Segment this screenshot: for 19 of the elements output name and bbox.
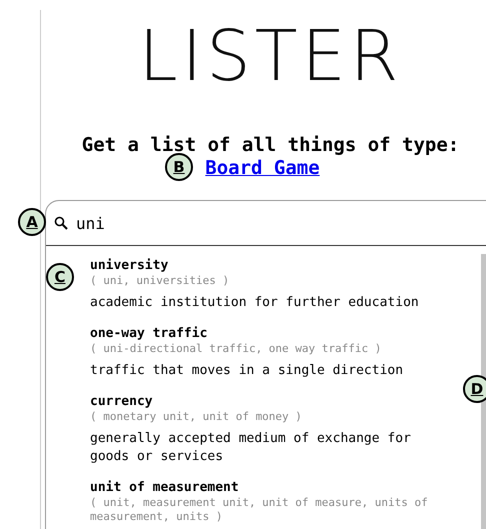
result-synonyms: ( unit, measurement unit, unit of measure, units of measurement, units ) [90, 496, 429, 524]
result-synonyms: ( uni, universities ) [90, 274, 230, 288]
callout-marker: D [463, 375, 486, 403]
type-link[interactable]: Board Game [205, 157, 320, 180]
result-title[interactable]: unit of measurement [90, 480, 486, 496]
search-icon [54, 216, 68, 230]
app-title: LISTER [138, 14, 404, 94]
result-title[interactable]: one-way traffic [90, 326, 486, 342]
result-description: academic institution for further education [90, 294, 420, 312]
search-field[interactable]: uni [76, 214, 376, 232]
result-description: traffic that moves in a single direction [90, 362, 404, 380]
callout-marker: A [18, 208, 46, 236]
result-synonyms: ( uni-directional traffic, one way traffic ) [90, 342, 382, 356]
scrollbar[interactable] [481, 254, 486, 529]
result-description: generally accepted medium of exchange for goods or services [90, 430, 412, 466]
callout-marker: B [165, 153, 193, 181]
result-title[interactable]: university [90, 258, 486, 274]
callout-marker: C [46, 263, 74, 291]
result-synonyms: ( monetary unit, unit of money ) [90, 410, 303, 424]
